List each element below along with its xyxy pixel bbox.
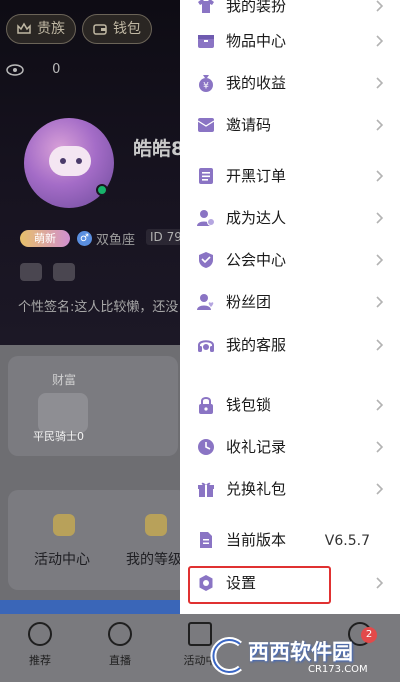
noble-label: 贵族 [37,21,65,37]
chevron-right-icon [376,0,384,12]
noble-button[interactable]: 贵族 [6,14,76,44]
site-watermark: 西西软件园 CR173.COM [200,632,400,682]
chevron-right-icon [376,296,384,308]
lock-icon [199,397,213,414]
menu-item-label: 收礼记录 [226,438,287,456]
wealth-emblem-icon [38,393,88,433]
wealth-level: 平民骑士0 [33,430,84,443]
visitor-count: 0 [52,62,61,77]
medal-icon [53,263,76,281]
tab-label: 推荐 [29,654,51,667]
menu-item-customer-service[interactable]: 我的客服 [180,325,400,367]
menu-item-my-earnings[interactable]: ¥ 我的收益 [180,63,400,105]
tab-label: 直播 [109,654,131,667]
watermark-text: 西西软件园 [248,640,353,664]
chevron-right-icon [376,441,384,453]
menu-item-redeem-package[interactable]: 兑换礼包 [180,469,400,511]
menu-item-invite-code[interactable]: 邀请码 [180,105,400,147]
nickname: 皓皓8 [133,138,185,160]
medal-icon [20,263,42,281]
shirt-icon [198,0,214,13]
avatar-eye [60,158,66,164]
order-list-icon [199,168,213,184]
menu-item-label: 当前版本 [226,531,287,549]
gift-icon [198,482,214,497]
menu-item-label: 钱包锁 [226,396,272,414]
menu-item-become-expert[interactable]: 成为达人 [180,198,400,240]
shortcut-card [8,490,188,590]
chevron-right-icon [376,399,384,411]
chevron-right-icon [376,35,384,47]
settings-highlight-box [188,566,331,604]
menu-item-label: 我的装扮 [226,0,287,15]
user-badge-icon [197,210,215,226]
headset-icon [198,340,214,352]
watermark-subtext: CR173.COM [308,664,368,675]
menu-item-label: 邀请码 [226,116,272,134]
constellation: 双鱼座 [96,233,136,248]
menu-item-label: 物品中心 [226,32,287,50]
menu-item-gaming-orders[interactable]: 开黑订单 [180,156,400,198]
envelope-icon [197,118,215,132]
side-drawer-menu: 我的装扮 物品中心 ¥ 我的收益 邀请码 开黑订单 成为达人 公会中心 粉丝团 [180,0,400,614]
online-status-dot [96,184,108,196]
guild-shield-icon [199,252,213,268]
svg-text:¥: ¥ [203,82,209,92]
shortcut-activity-center[interactable]: 活动中心 [34,549,90,569]
medal-row [20,263,81,285]
chevron-right-icon [376,254,384,266]
wallet-icon [93,24,107,35]
menu-item-label: 我的客服 [226,336,287,354]
promo-banner[interactable] [0,600,180,614]
crown-icon [17,22,31,34]
menu-item-label: 粉丝团 [226,293,272,311]
tab-live[interactable]: 直播 [90,620,150,668]
menu-item-guild-center[interactable]: 公会中心 [180,240,400,282]
medal-shortcut-icon [53,514,75,536]
level-badge: 萌新 [20,230,70,247]
money-bag-icon: ¥ [199,75,213,92]
document-icon [200,532,212,548]
tab-recommend[interactable]: 推荐 [10,620,70,668]
menu-item-fan-club[interactable]: 粉丝团 [180,282,400,324]
avatar-face [49,146,91,176]
eye-icon [6,63,24,76]
menu-item-label: 我的收益 [226,74,287,92]
chevron-right-icon [376,170,384,182]
wealth-title: 财富 [52,373,77,387]
signature: 个性签名:这人比较懒，还没 [18,300,179,315]
watermark-logo-icon [210,637,242,675]
menu-item-label: 成为达人 [226,209,287,227]
recommend-icon [28,622,52,646]
chevron-right-icon [376,483,384,495]
menu-item-label: 公会中心 [226,251,287,269]
fans-icon [197,294,214,310]
wallet-label: 钱包 [113,21,141,37]
menu-item-wallet-lock[interactable]: 钱包锁 [180,385,400,427]
gender-icon: ♂ [77,231,92,246]
version-value: V6.5.7 [324,533,370,549]
chevron-right-icon [376,119,384,131]
box-icon [198,35,214,48]
menu-item-current-version[interactable]: 当前版本 V6.5.7 [180,520,400,562]
menu-item-gift-records[interactable]: 收礼记录 [180,427,400,469]
crown-shortcut-icon [145,514,167,536]
live-icon [108,622,132,646]
menu-item-label: 开黑订单 [226,167,287,185]
wallet-button[interactable]: 钱包 [82,14,152,44]
visitor-counter: 0 [6,62,60,77]
clock-icon [198,439,214,455]
chevron-right-icon [376,339,384,351]
menu-item-item-center[interactable]: 物品中心 [180,21,400,63]
menu-item-label: 兑换礼包 [226,480,287,498]
chevron-right-icon [376,577,384,589]
avatar-eye [76,158,82,164]
chevron-right-icon [376,212,384,224]
chevron-right-icon [376,77,384,89]
shortcut-my-level[interactable]: 我的等级 [126,549,182,569]
